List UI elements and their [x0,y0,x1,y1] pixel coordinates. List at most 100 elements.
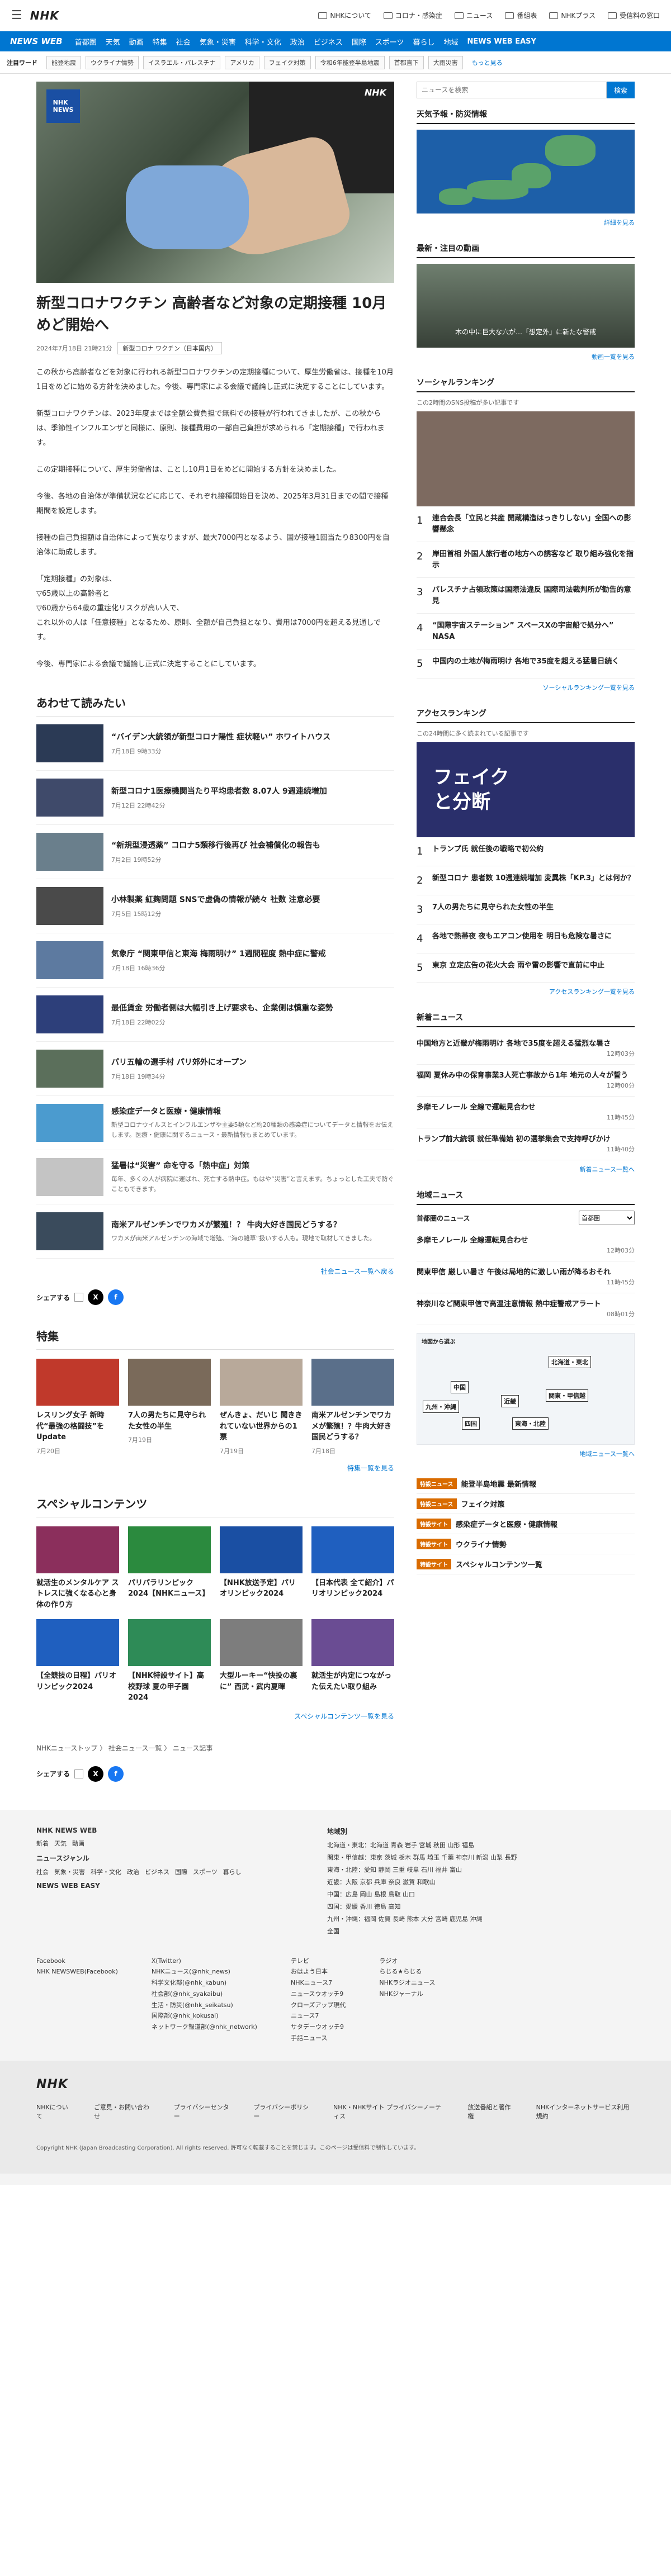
top-link-fee[interactable]: 受信料の窓口 [607,11,660,20]
footer-region-row[interactable]: 東海・北陸：愛知 静岡 三重 岐阜 石川 福井 富山 [327,1865,517,1874]
region-button[interactable]: 北海道・東北 [549,1356,591,1368]
region-button[interactable]: 近畿 [501,1395,519,1407]
nav-item[interactable]: 動画 [129,36,144,47]
footer-link[interactable]: NHKについて [36,2103,72,2120]
footer-link[interactable]: プライバシーセンター [174,2103,231,2120]
nav-item[interactable]: 気象・災害 [200,36,236,47]
special-card[interactable]: 就活生のメンタルケア ストレスに強くなる心と身体の作り方 [36,1526,119,1611]
article-tag[interactable]: 新型コロナ ワクチン（日本国内） [117,342,222,354]
regional-item[interactable]: 関東甲信 厳しい暑さ 午後は局地的に激しい雨が降るおそれ 11時45分 [417,1261,635,1293]
top-link-corona[interactable]: コロナ・感染症 [383,11,442,20]
menu-icon[interactable]: ☰ [11,8,22,22]
nav-item[interactable]: 天気 [106,36,120,47]
ranking-item[interactable]: 2 岸田首相 外国人旅行者の地方への誘客など 取り組み強化を指示 [417,542,635,578]
nav-item[interactable]: 科学・文化 [245,36,281,47]
regional-more[interactable]: 地域ニュース一覧へ [417,1449,635,1458]
keyword-chip[interactable]: ウクライナ情勢 [86,55,139,69]
ranking-item[interactable]: 1 連合会長「立民と共産 開蔵構造はっきりしない」全国への影響懸念 [417,506,635,542]
breadcrumb-item[interactable]: NHKニューストップ [36,1744,97,1752]
keyword-chip[interactable]: アメリカ [225,55,259,69]
footer-facebook[interactable]: Facebook NHK NEWSWEB(Facebook) [36,1956,118,2044]
related-item[interactable]: 感染症データと医療・健康情報 新型コロナウイルスとインフルエンザや主要5類など約2… [36,1096,394,1150]
ranking-item[interactable]: 5 東京 立定広告の花火大会 雨や雷の影響で直前に中止 [417,953,635,983]
nhk-logo[interactable]: NHK [30,9,59,22]
latest-item[interactable]: 福岡 夏休み中の保育事業3人死亡事故から1年 地元の人々が誓う 12時00分 [417,1065,635,1097]
top-link-tvguide[interactable]: 番組表 [505,11,537,20]
special-link[interactable]: 特設サイト 感染症データと医療・健康情報 [417,1514,635,1534]
related-item[interactable]: “バイデン大統領が新型コロナ陽性 症状軽い” ホワイトハウス 7月18日 9時33… [36,717,394,771]
ranking-item[interactable]: 2 新型コロナ 患者数 10週連続増加 変異株「KP.3」とは何か？ [417,866,635,895]
regional-item[interactable]: 多摩モノレール 全線運転見合わせ 12時03分 [417,1230,635,1261]
x-share-icon[interactable]: X [88,1766,104,1782]
footer-link[interactable]: ビジネス [145,1867,169,1876]
keyword-chip[interactable]: イスラエル・パレスチナ [143,55,221,69]
nav-item[interactable]: 暮らし [413,36,435,47]
footer-link[interactable]: プライバシーポリシー [253,2103,311,2120]
special-card[interactable]: 【日本代表 全て紹介】パリオリンピック2024 [311,1526,394,1611]
footer-link[interactable]: 気象・災害 [54,1867,85,1876]
related-more-link[interactable]: 社会ニュース一覧へ戻る [36,1266,394,1276]
footer-link[interactable]: NHK・NHKサイト プライバシーノーティス [333,2103,445,2120]
footer-region-row[interactable]: 中国：広島 岡山 島根 鳥取 山口 [327,1890,517,1899]
related-item[interactable]: パリ五輪の選手村 パリ郊外にオープン 7月18日 19時34分 [36,1042,394,1096]
footer-region-row[interactable]: 九州・沖縄：福岡 佐賀 長崎 熊本 大分 宮崎 鹿児島 沖縄 [327,1914,517,1923]
search-button[interactable]: 検索 [607,82,635,98]
footer-nhk-logo[interactable]: NHK [36,2077,635,2091]
footer-tv[interactable]: テレビ おはよう日本 NHKニュース7 ニュースウオッチ9 クローズアップ現代 … [291,1956,346,2044]
social-ranking-more[interactable]: ソーシャルランキング一覧を見る [417,683,635,692]
weather-map[interactable] [417,130,635,214]
ranking-item[interactable]: 4 “国際宇宙ステーション” スペースXの宇宙船で処分へ” NASA [417,614,635,649]
footer-link[interactable]: 放送番組と著作権 [467,2103,513,2120]
special-card[interactable]: パリパラリンピック2024【NHKニュース】 [128,1526,211,1611]
ranking-item[interactable]: 3 パレスチナ占領政策は国際法違反 国際司法裁判所が勧告的意見 [417,578,635,614]
ranking-item[interactable]: 4 各地で熱帯夜 夜もエアコン使用を 明日も危険な暑さに [417,924,635,953]
related-item[interactable]: “新規型浸透薬” コロナ5類移行後再び 社会補償化の報告も 7月2日 19時52分 [36,825,394,879]
top-link-plus[interactable]: NHKプラス [549,11,596,20]
nav-item-easy[interactable]: NEWS WEB EASY [467,37,536,46]
nav-item[interactable]: 特集 [153,36,167,47]
latest-item[interactable]: 多摩モノレール 全線で運転見合わせ 11時45分 [417,1097,635,1128]
breadcrumb-item[interactable]: 社会ニュース一覧 [108,1744,162,1752]
latest-item[interactable]: トランプ前大統領 就任準備始 初の選挙集会で支持呼びかけ 11時40分 [417,1128,635,1160]
footer-link[interactable]: 国際 [175,1867,187,1876]
special-card[interactable]: 【NHK放送予定】パリオリンピック2024 [220,1526,303,1611]
special-card[interactable]: 就活生が内定につながった伝えたい取り組み [311,1619,394,1704]
footer-region-row[interactable]: 全国 [327,1927,517,1935]
footer-link[interactable]: 動画 [72,1839,84,1848]
nav-item[interactable]: スポーツ [375,36,404,47]
special-card[interactable]: 大型ルーキー“快投の裏に” 西武・武内夏暉 [220,1619,303,1704]
special-link[interactable]: 特設サイト スペシャルコンテンツ一覧 [417,1554,635,1574]
nav-item[interactable]: 社会 [176,36,191,47]
region-button[interactable]: 中国 [451,1381,469,1393]
newsweb-brand[interactable]: NEWS WEB [10,36,63,46]
video-more-link[interactable]: 動画一覧を見る [417,352,635,361]
footer-radio[interactable]: ラジオ らじる★らじる NHKラジオニュース NHKジャーナル [379,1956,435,2044]
footer-region-row[interactable]: 北海道・東北：北海道 青森 岩手 宮城 秋田 山形 福島 [327,1840,517,1849]
facebook-share-icon[interactable]: f [108,1289,124,1305]
weather-more-link[interactable]: 詳細を見る [417,218,635,227]
share-help-icon[interactable] [74,1293,84,1302]
related-item[interactable]: 小林製薬 紅麹問題 SNSで虚偽の情報が続々 社数 注意必要 7月5日 15時12… [36,879,394,933]
region-button[interactable]: 四国 [462,1417,480,1430]
keyword-chip[interactable]: 令和6年能登半島地震 [315,55,385,69]
footer-link[interactable]: 社会 [36,1867,49,1876]
nav-item[interactable]: 首都圏 [75,36,97,47]
keyword-chip[interactable]: 大雨災害 [428,55,463,69]
footer-link[interactable]: 天気 [54,1839,67,1848]
keyword-more-link[interactable]: もっと見る [472,58,503,67]
nav-item[interactable]: 政治 [290,36,305,47]
access-ranking-more[interactable]: アクセスランキング一覧を見る [417,987,635,996]
feature-card[interactable]: 7人の男たちに見守られた女性の半生 7月19日 [128,1359,211,1455]
feature-card[interactable]: 南米アルゼンチンでワカメが繁殖！？牛肉大好き国民どうする？ 7月18日 [311,1359,394,1455]
nav-item[interactable]: 国際 [352,36,366,47]
special-card[interactable]: 【全競技の日程】パリオリンピック2024 [36,1619,119,1704]
footer-link[interactable]: 新着 [36,1839,49,1848]
footer-x[interactable]: X(Twitter) NHKニュース(@nhk_news) 科学文化部(@nhk… [152,1956,257,2044]
search-input[interactable] [417,82,607,98]
region-button[interactable]: 九州・沖縄 [423,1401,459,1413]
footer-link[interactable]: NHKインターネットサービス利用規約 [536,2103,635,2120]
top-link-about[interactable]: NHKについて [318,11,371,20]
footer-link[interactable]: スポーツ [193,1867,218,1876]
special-link[interactable]: 特設ニュース フェイク対策 [417,1494,635,1514]
footer-link[interactable]: ご意見・お問い合わせ [94,2103,152,2120]
